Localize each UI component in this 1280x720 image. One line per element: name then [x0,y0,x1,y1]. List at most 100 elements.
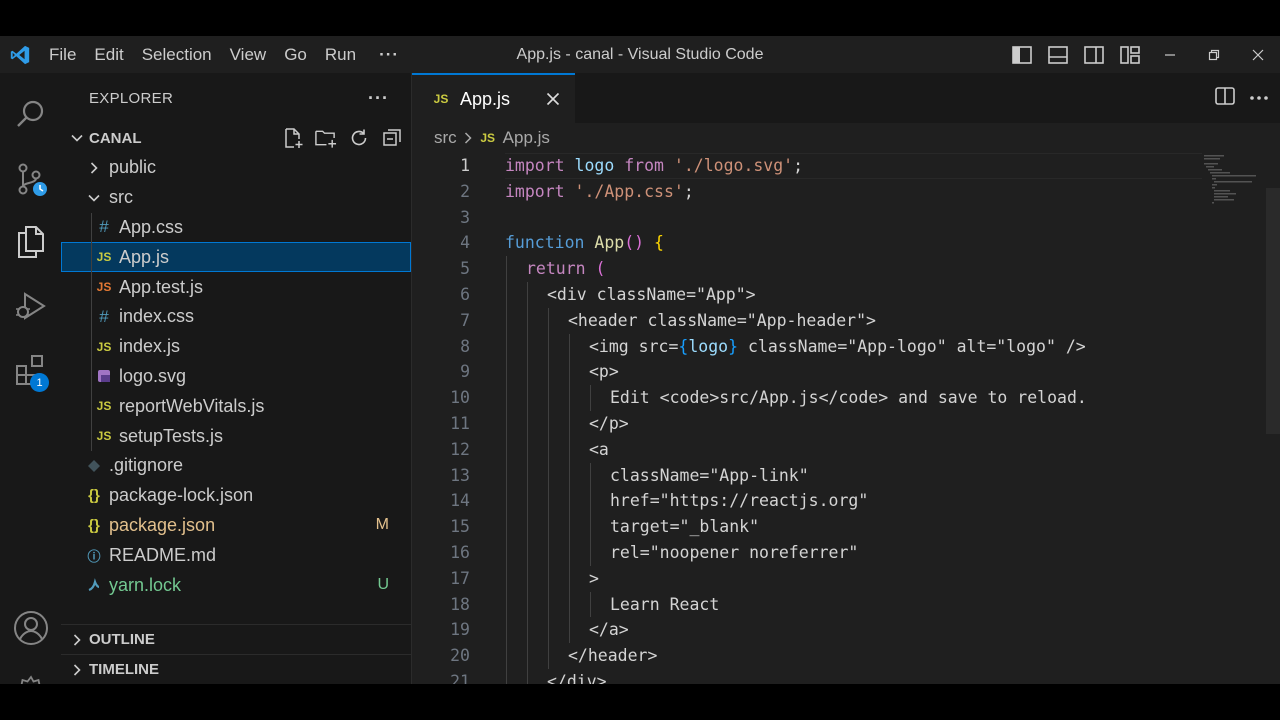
new-file-icon[interactable] [281,127,304,150]
code-token: className="App-link" [610,465,809,485]
indent-guide [548,514,549,540]
extensions-icon[interactable]: 1 [0,341,61,399]
toggle-panel-icon[interactable] [1040,36,1076,73]
editor-tabs: JS App.js [412,73,1280,123]
minimize-button[interactable] [1148,36,1192,73]
search-icon[interactable] [0,85,61,143]
line-number: 12 [450,439,470,459]
indent-guide [569,359,570,386]
code-token: logo [564,156,625,175]
explorer-more-button[interactable]: ··· [368,88,389,109]
tree-file[interactable]: JS App.test.js [61,272,411,302]
menu-file[interactable]: File [40,36,85,73]
tree-file[interactable]: JS index.js [61,331,411,362]
indent-guide [569,591,570,618]
tree-file[interactable]: # App.css [61,212,411,243]
git-file-icon [83,459,105,473]
code-token: './logo.svg' [673,156,794,175]
breadcrumb-folder[interactable]: src [434,128,457,148]
toggle-secondary-sidebar-icon[interactable] [1076,36,1112,73]
indent-guide [590,591,591,618]
customize-layout-icon[interactable] [1112,36,1148,73]
code-token: <a [589,439,609,459]
code-line: 5 return ( [412,256,1202,282]
menu-go[interactable]: Go [275,36,316,73]
explorer-icon[interactable] [0,213,61,271]
menu-edit[interactable]: Edit [85,36,132,73]
tree-file[interactable]: JS App.js [61,242,411,273]
code-token: { [678,336,689,356]
tab-app-js[interactable]: JS App.js [412,73,575,123]
indent-guide [548,462,549,489]
vscode-logo-icon [0,36,40,73]
code-line: 15 target="_blank" [412,514,1202,540]
indent-guide [506,462,507,489]
menu-more[interactable]: ··· [365,36,413,73]
code-token: ; [793,156,804,175]
close-window-button[interactable] [1236,36,1280,73]
tree-file[interactable]: {} package.json M [61,511,411,541]
line-number: 10 [450,388,470,408]
source-control-icon[interactable] [0,151,61,209]
new-folder-icon[interactable] [314,127,337,150]
tree-file[interactable]: JS setupTests.js [61,421,411,451]
code-token: </a> [589,620,629,640]
tree-item-label: App.test.js [119,276,204,297]
restore-button[interactable] [1192,36,1236,73]
close-icon[interactable] [541,87,565,111]
tree-file[interactable]: logo.svg [61,361,411,392]
timeline-section[interactable]: TIMELINE [61,654,411,684]
breadcrumb-file[interactable]: App.js [503,128,550,148]
code-token: ( [595,259,606,279]
outline-section[interactable]: OUTLINE [61,624,411,654]
menu-run[interactable]: Run [316,36,365,73]
tree-file[interactable]: {} package-lock.json [61,481,411,511]
more-actions-icon[interactable] [1246,95,1272,101]
indent-guide [91,272,92,302]
indent-guide [548,539,549,566]
run-debug-icon[interactable] [0,277,61,335]
gear-icon[interactable] [0,663,61,684]
line-number: 14 [450,491,470,511]
extensions-badge: 1 [30,373,49,392]
folder-section-canal[interactable]: CANAL [61,123,411,153]
tree-file[interactable]: JS reportWebVitals.js [61,391,411,422]
indent-guide [569,539,570,566]
code-line: 3 [412,205,1202,231]
menu-selection[interactable]: Selection [133,36,221,73]
code-line: 19 </a> [412,617,1202,644]
tree-folder[interactable]: src [61,183,411,213]
minimap[interactable] [1202,153,1262,253]
explorer-title: EXPLORER [89,89,174,107]
line-number: 5 [460,259,470,279]
indent-guide [91,301,92,332]
tree-folder[interactable]: public [61,153,411,183]
indent-guide [527,436,528,463]
code-token: return [526,259,586,279]
code-token: <p> [589,362,619,382]
tree-file[interactable]: ⓘ README.md [61,540,411,570]
menu-bar: File Edit Selection View Go Run ··· [40,36,413,73]
line-number: 2 [460,181,470,201]
collapse-all-icon[interactable] [380,127,403,150]
tree-item-label: yarn.lock [109,574,182,595]
menu-view[interactable]: View [221,36,276,73]
tree-file[interactable]: yarn.lock U [61,570,411,600]
title-actions [1004,36,1280,73]
tree-file[interactable]: # index.css [61,301,411,332]
account-icon[interactable] [0,599,61,657]
indent-guide [548,488,549,515]
line-number: 16 [450,542,470,562]
refresh-icon[interactable] [347,127,370,150]
tree-file[interactable]: .gitignore [61,451,411,481]
json-file-icon: {} [88,516,100,534]
vertical-scrollbar[interactable] [1266,188,1280,434]
code-token: } [728,336,739,356]
indent-guide [527,617,528,644]
toggle-primary-sidebar-icon[interactable] [1004,36,1040,73]
code-editor[interactable]: 1 import logo from './logo.svg'; 2 import '… [412,153,1202,684]
split-editor-icon[interactable] [1214,86,1236,111]
code-token: App [594,233,625,253]
